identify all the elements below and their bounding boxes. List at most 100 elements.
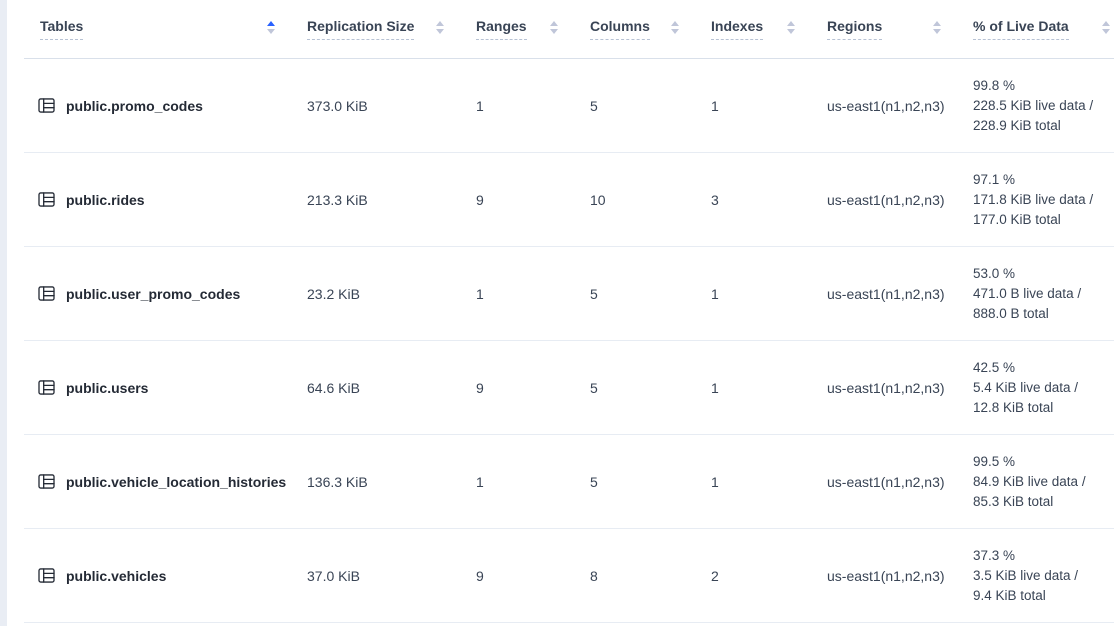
- cell-indexes: 1: [695, 59, 811, 152]
- cell-regions: us-east1(n1,n2,n3): [811, 341, 957, 434]
- cell-replication-size: 64.6 KiB: [291, 341, 460, 434]
- table-name-link[interactable]: public.vehicle_location_histories: [66, 474, 286, 490]
- sort-icon[interactable]: [436, 21, 444, 34]
- total-data-line: 85.3 KiB total: [973, 492, 1053, 512]
- cell-columns: 5: [574, 341, 695, 434]
- live-data-line: 471.0 B live data /: [973, 284, 1081, 304]
- cell-table-name: public.rides: [24, 153, 291, 246]
- cell-replication-size: 37.0 KiB: [291, 529, 460, 622]
- live-data-line: 3.5 KiB live data /: [973, 566, 1078, 586]
- column-header-replication-size[interactable]: Replication Size: [291, 0, 460, 58]
- table-header-row: Tables Replication Size Ranges Columns I…: [24, 0, 1114, 59]
- live-percent: 99.5 %: [973, 452, 1015, 472]
- total-data-line: 888.0 B total: [973, 304, 1049, 324]
- cell-columns: 5: [574, 247, 695, 340]
- table-name-link[interactable]: public.rides: [66, 192, 145, 208]
- column-header-label: Indexes: [711, 18, 763, 40]
- cell-live-data: 99.8 % 228.5 KiB live data / 228.9 KiB t…: [957, 59, 1114, 152]
- column-header-label: Columns: [590, 18, 650, 40]
- table-icon: [38, 98, 55, 113]
- cell-regions: us-east1(n1,n2,n3): [811, 529, 957, 622]
- cell-ranges: 9: [460, 341, 574, 434]
- cell-table-name: public.vehicle_location_histories: [24, 435, 291, 528]
- table-name-link[interactable]: public.user_promo_codes: [66, 286, 240, 302]
- live-percent: 97.1 %: [973, 170, 1015, 190]
- cell-columns: 5: [574, 59, 695, 152]
- cell-indexes: 3: [695, 153, 811, 246]
- cell-indexes: 2: [695, 529, 811, 622]
- cell-table-name: public.promo_codes: [24, 59, 291, 152]
- cell-ranges: 9: [460, 153, 574, 246]
- sort-icon[interactable]: [1102, 21, 1110, 34]
- cell-columns: 8: [574, 529, 695, 622]
- column-header-columns[interactable]: Columns: [574, 0, 695, 58]
- table-name-link[interactable]: public.vehicles: [66, 568, 166, 584]
- cell-ranges: 9: [460, 529, 574, 622]
- cell-replication-size: 373.0 KiB: [291, 59, 460, 152]
- table-icon: [38, 568, 55, 583]
- cell-regions: us-east1(n1,n2,n3): [811, 59, 957, 152]
- sort-icon[interactable]: [933, 21, 941, 34]
- table-row[interactable]: public.users 64.6 KiB 9 5 1 us-east1(n1,…: [24, 341, 1114, 435]
- column-header-indexes[interactable]: Indexes: [695, 0, 811, 58]
- live-data-line: 171.8 KiB live data /: [973, 190, 1093, 210]
- live-percent: 42.5 %: [973, 358, 1015, 378]
- table-row[interactable]: public.user_promo_codes 23.2 KiB 1 5 1 u…: [24, 247, 1114, 341]
- table-name-link[interactable]: public.promo_codes: [66, 98, 203, 114]
- sort-asc-icon[interactable]: [267, 21, 275, 34]
- tables-page: Tables Replication Size Ranges Columns I…: [0, 0, 1114, 626]
- column-header-label: Regions: [827, 18, 882, 40]
- column-header-live-data[interactable]: % of Live Data: [957, 0, 1114, 58]
- live-percent: 99.8 %: [973, 76, 1015, 96]
- cell-indexes: 1: [695, 341, 811, 434]
- live-data-line: 228.5 KiB live data /: [973, 96, 1093, 116]
- cell-regions: us-east1(n1,n2,n3): [811, 153, 957, 246]
- cell-regions: us-east1(n1,n2,n3): [811, 247, 957, 340]
- column-header-label: % of Live Data: [973, 18, 1069, 40]
- table-icon: [38, 192, 55, 207]
- cell-table-name: public.vehicles: [24, 529, 291, 622]
- sort-icon[interactable]: [787, 21, 795, 34]
- table-row[interactable]: public.vehicle_location_histories 136.3 …: [24, 435, 1114, 529]
- tables-list-table: Tables Replication Size Ranges Columns I…: [24, 0, 1114, 623]
- cell-table-name: public.users: [24, 341, 291, 434]
- cell-ranges: 1: [460, 59, 574, 152]
- total-data-line: 177.0 KiB total: [973, 210, 1061, 230]
- cell-columns: 5: [574, 435, 695, 528]
- sort-icon[interactable]: [671, 21, 679, 34]
- total-data-line: 9.4 KiB total: [973, 586, 1046, 606]
- live-percent: 37.3 %: [973, 546, 1015, 566]
- table-icon: [38, 474, 55, 489]
- column-header-ranges[interactable]: Ranges: [460, 0, 574, 58]
- table-icon: [38, 286, 55, 301]
- table-name-link[interactable]: public.users: [66, 380, 148, 396]
- cell-live-data: 37.3 % 3.5 KiB live data / 9.4 KiB total: [957, 529, 1114, 622]
- cell-ranges: 1: [460, 435, 574, 528]
- table-row[interactable]: public.rides 213.3 KiB 9 10 3 us-east1(n…: [24, 153, 1114, 247]
- cell-table-name: public.user_promo_codes: [24, 247, 291, 340]
- column-header-label: Replication Size: [307, 18, 414, 40]
- cell-indexes: 1: [695, 435, 811, 528]
- cell-live-data: 97.1 % 171.8 KiB live data / 177.0 KiB t…: [957, 153, 1114, 246]
- page-left-edge: [0, 0, 7, 626]
- live-percent: 53.0 %: [973, 264, 1015, 284]
- cell-ranges: 1: [460, 247, 574, 340]
- column-header-regions[interactable]: Regions: [811, 0, 957, 58]
- column-header-tables[interactable]: Tables: [24, 0, 291, 58]
- cell-replication-size: 23.2 KiB: [291, 247, 460, 340]
- cell-live-data: 42.5 % 5.4 KiB live data / 12.8 KiB tota…: [957, 341, 1114, 434]
- column-header-label: Tables: [40, 18, 83, 40]
- live-data-line: 5.4 KiB live data /: [973, 378, 1078, 398]
- cell-replication-size: 136.3 KiB: [291, 435, 460, 528]
- cell-columns: 10: [574, 153, 695, 246]
- cell-live-data: 53.0 % 471.0 B live data / 888.0 B total: [957, 247, 1114, 340]
- table-row[interactable]: public.vehicles 37.0 KiB 9 8 2 us-east1(…: [24, 529, 1114, 623]
- table-icon: [38, 380, 55, 395]
- cell-regions: us-east1(n1,n2,n3): [811, 435, 957, 528]
- table-row[interactable]: public.promo_codes 373.0 KiB 1 5 1 us-ea…: [24, 59, 1114, 153]
- cell-indexes: 1: [695, 247, 811, 340]
- sort-icon[interactable]: [550, 21, 558, 34]
- column-header-label: Ranges: [476, 18, 527, 40]
- cell-replication-size: 213.3 KiB: [291, 153, 460, 246]
- cell-live-data: 99.5 % 84.9 KiB live data / 85.3 KiB tot…: [957, 435, 1114, 528]
